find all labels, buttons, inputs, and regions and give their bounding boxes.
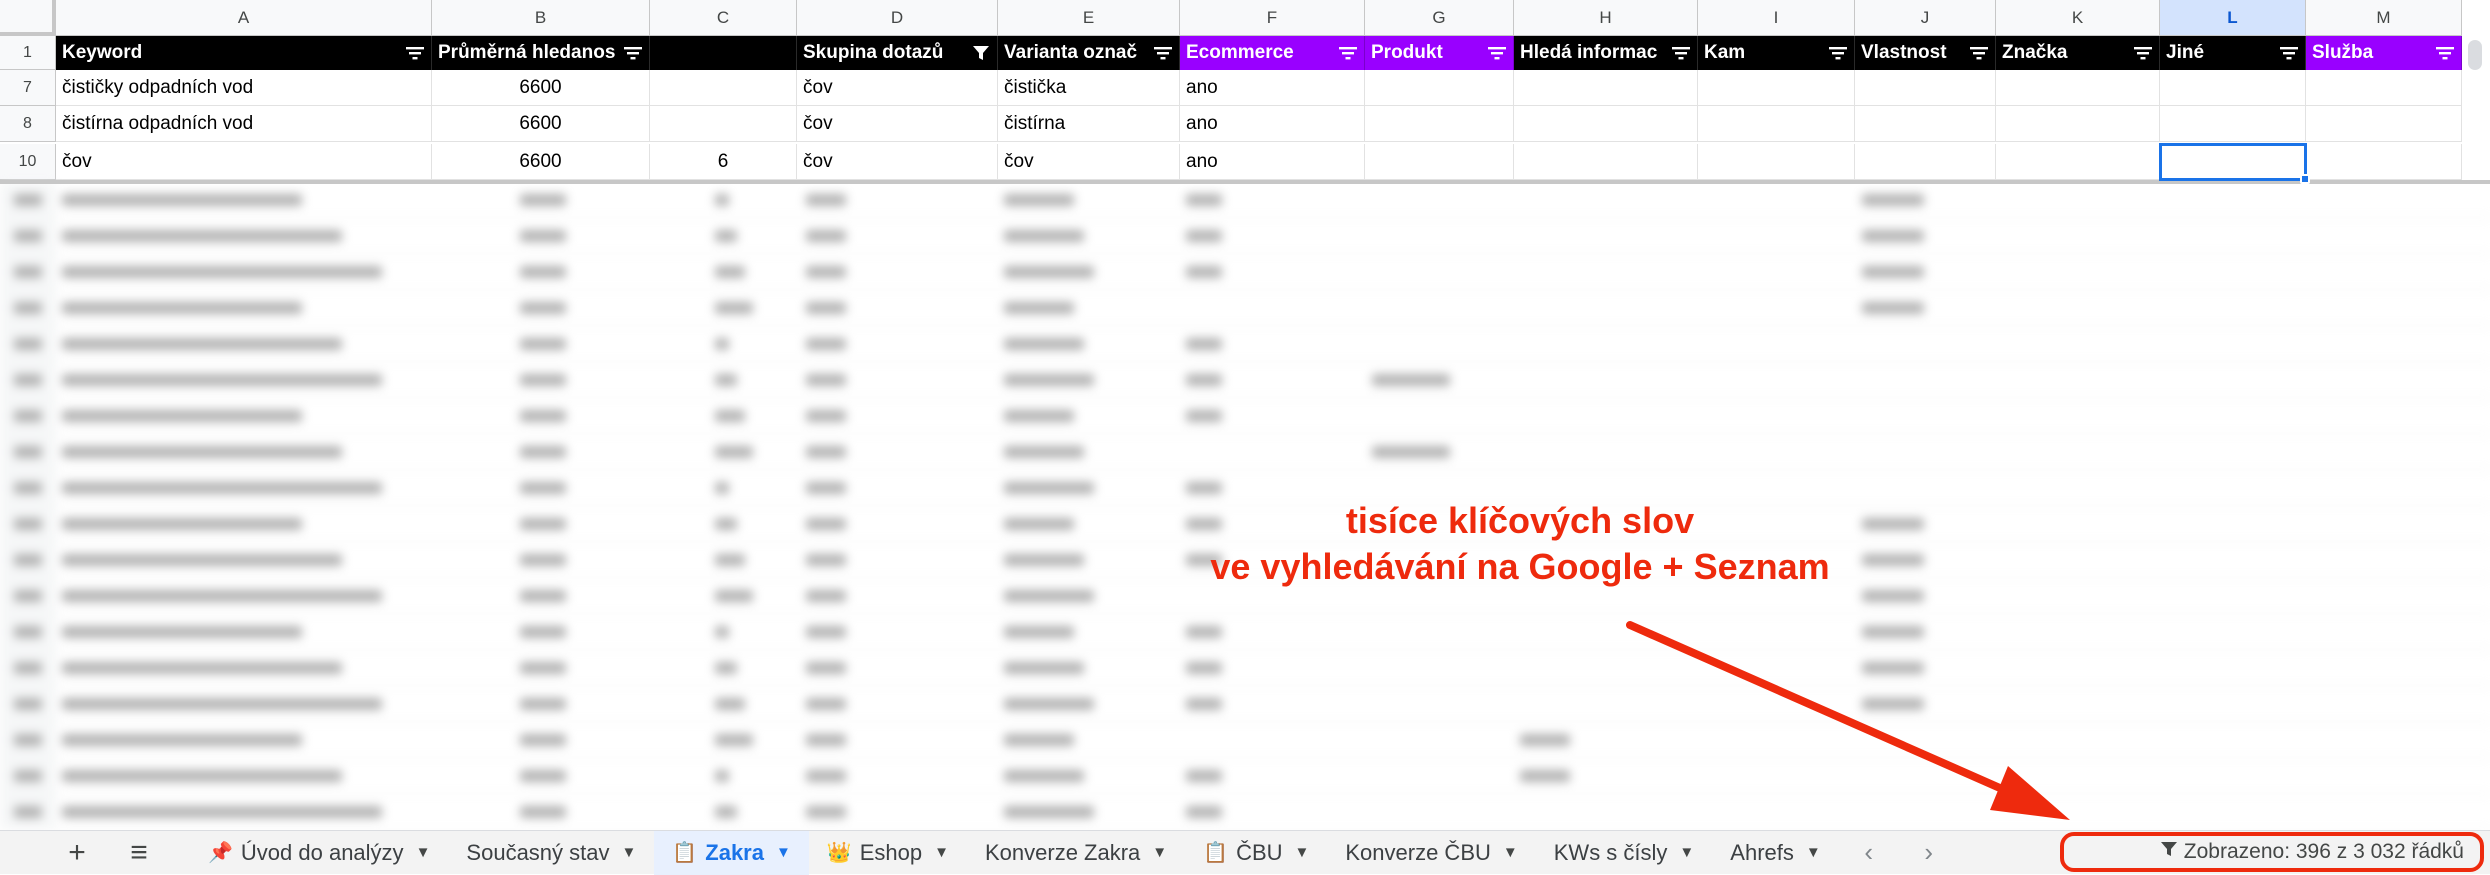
annotation-line-1: tisíce klíčových slov (1345, 500, 1695, 541)
frozen-rows-divider[interactable] (0, 180, 2490, 184)
scroll-tabs-left-button[interactable]: ‹ (1839, 831, 1899, 875)
tab-label: KWs s čísly (1553, 839, 1668, 865)
filter-status-text: Zobrazeno: 396 z 3 032 řádků (2183, 840, 2464, 863)
sheet-tab[interactable]: Konverze ČBU ▼ (1327, 831, 1535, 875)
filter-status[interactable]: Zobrazeno: 396 z 3 032 řádků (2060, 832, 2484, 872)
sheet-tab[interactable]: 📋 ČBU ▼ (1185, 831, 1327, 875)
sheet-tab[interactable]: KWs s čísly ▼ (1536, 831, 1713, 875)
sheet-tab[interactable]: 📋 Zakra ▼ (654, 830, 809, 875)
all-sheets-menu-button[interactable]: ≡ (108, 831, 170, 875)
tab-menu-caret-icon[interactable]: ▼ (1152, 844, 1167, 861)
tab-menu-caret-icon[interactable]: ▼ (1679, 844, 1694, 861)
tab-menu-caret-icon[interactable]: ▼ (1503, 844, 1518, 861)
annotation-line-2: ve vyhledávání na Google + Seznam (1210, 546, 1830, 587)
tab-label: Ahrefs (1730, 839, 1794, 865)
tab-menu-caret-icon[interactable]: ▼ (1806, 844, 1821, 861)
fill-handle[interactable] (2300, 174, 2310, 184)
sheet-tab[interactable]: 👑 Eshop ▼ (809, 831, 967, 875)
selected-cell-outline (2159, 143, 2307, 181)
tab-menu-caret-icon[interactable]: ▼ (776, 844, 791, 861)
tab-label: Konverze Zakra (985, 839, 1141, 865)
annotation-arrow (1626, 621, 2070, 820)
tab-label: ČBU (1236, 839, 1283, 865)
sheet-tab[interactable]: Ahrefs ▼ (1712, 831, 1838, 875)
tab-emoji-icon: 📋 (672, 842, 698, 864)
tab-emoji-icon: 📋 (1203, 842, 1229, 864)
add-sheet-button[interactable]: + (46, 831, 108, 875)
filter-icon (2160, 840, 2178, 864)
scroll-tabs-right-button[interactable]: › (1899, 831, 1959, 875)
tab-menu-caret-icon[interactable]: ▼ (622, 844, 637, 861)
sheet-tab[interactable]: Konverze Zakra ▼ (967, 831, 1185, 875)
tab-label: Úvod do analýzy (240, 839, 404, 865)
tab-label: Eshop (859, 839, 923, 865)
spreadsheet: ABCDEFGHIJKLM 1 7 8 10 Keyword Průměrná hled… (0, 0, 2490, 874)
tab-menu-caret-icon[interactable]: ▼ (416, 844, 431, 861)
tab-label: Konverze ČBU (1345, 839, 1491, 865)
tab-emoji-icon: 👑 (826, 842, 852, 864)
tab-menu-caret-icon[interactable]: ▼ (934, 844, 949, 861)
tab-label: Zakra (705, 839, 764, 865)
tab-menu-caret-icon[interactable]: ▼ (1295, 844, 1310, 861)
tab-emoji-icon: 📌 (208, 842, 233, 864)
sheet-tabs: 📌 Úvod do analýzy ▼ Současný stav ▼ 📋 Zakra ▼ 👑 E… (190, 830, 1839, 875)
sheet-tab[interactable]: Současný stav ▼ (448, 831, 654, 875)
tab-label: Současný stav (466, 839, 610, 865)
annotation-text: tisíce klíčových slov ve vyhledávání na … (1150, 498, 1890, 590)
sheet-tab[interactable]: 📌 Úvod do analýzy ▼ (190, 831, 448, 875)
